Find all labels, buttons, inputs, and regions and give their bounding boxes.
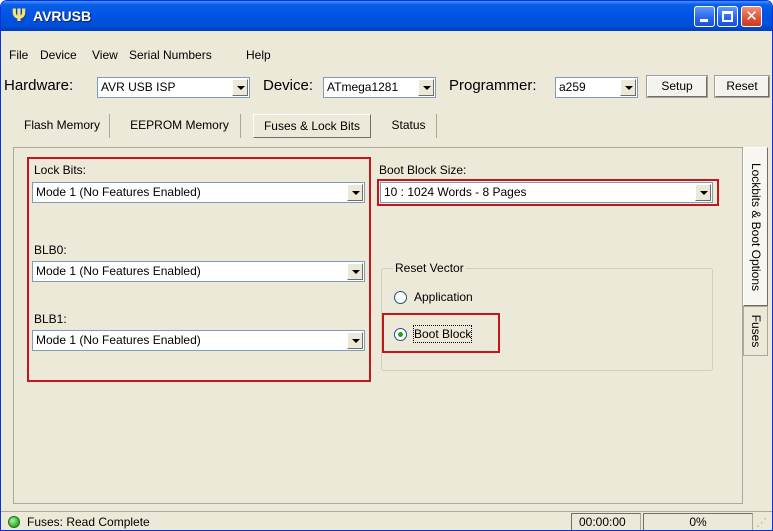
device-label: Device: bbox=[263, 77, 314, 94]
window-title: AVRUSB bbox=[33, 8, 92, 24]
lock-bits-label: Lock Bits: bbox=[34, 163, 87, 177]
setup-button[interactable]: Setup bbox=[646, 75, 708, 98]
programmer-select[interactable]: a259 bbox=[555, 77, 638, 98]
status-time-pane: 00:00:00 bbox=[571, 513, 641, 530]
title-bar[interactable]: Ψ AVRUSB ✕ bbox=[1, 1, 772, 31]
tab-lockbits-boot-options-label: Lockbits & Boot Options bbox=[748, 162, 763, 291]
boot-block-size-select-value: 10 : 1024 Words - 8 Pages bbox=[384, 185, 527, 199]
status-ok-icon bbox=[8, 516, 20, 528]
blb0-select-value: Mode 1 (No Features Enabled) bbox=[36, 264, 201, 278]
menu-bar: File Device View Serial Numbers Help bbox=[1, 45, 772, 65]
status-message-pane: Fuses: Read Complete bbox=[3, 513, 569, 530]
app-window: Ψ AVRUSB ✕ File Device View Serial Numbe… bbox=[0, 0, 773, 531]
menu-view[interactable]: View bbox=[92, 46, 118, 64]
reset-button[interactable]: Reset bbox=[714, 75, 770, 98]
tab-fuses-lock-bits[interactable]: Fuses & Lock Bits bbox=[253, 114, 371, 138]
tab-fuses[interactable]: Fuses bbox=[743, 306, 768, 356]
resize-grip-icon[interactable]: ⋰ bbox=[756, 516, 770, 530]
boot-block-radio[interactable] bbox=[394, 328, 407, 341]
chevron-down-icon[interactable] bbox=[695, 184, 711, 201]
menu-serial-numbers[interactable]: Serial Numbers bbox=[129, 46, 212, 64]
chevron-down-icon[interactable] bbox=[418, 79, 434, 96]
chevron-down-icon[interactable] bbox=[347, 263, 363, 280]
status-message: Fuses: Read Complete bbox=[27, 515, 150, 529]
menu-file[interactable]: File bbox=[9, 46, 28, 64]
tab-lockbits-boot-options[interactable]: Lockbits & Boot Options bbox=[743, 147, 768, 306]
menu-help[interactable]: Help bbox=[246, 46, 271, 64]
blb1-label: BLB1: bbox=[34, 312, 67, 326]
menu-device[interactable]: Device bbox=[40, 46, 77, 64]
chevron-down-icon[interactable] bbox=[347, 184, 363, 201]
blb0-select[interactable]: Mode 1 (No Features Enabled) bbox=[32, 261, 365, 282]
status-progress: 0% bbox=[689, 515, 707, 529]
minimize-icon bbox=[700, 19, 708, 22]
maximize-button[interactable] bbox=[717, 6, 738, 27]
boot-block-radio-label[interactable]: Boot Block bbox=[412, 325, 473, 343]
chevron-down-icon[interactable] bbox=[232, 79, 248, 96]
maximize-icon bbox=[722, 11, 733, 22]
blb1-select-value: Mode 1 (No Features Enabled) bbox=[36, 333, 201, 347]
device-select-value: ATmega1281 bbox=[327, 80, 399, 94]
application-radio-label[interactable]: Application bbox=[414, 289, 473, 305]
radio-selected-dot bbox=[398, 332, 403, 337]
hardware-select[interactable]: AVR USB ISP bbox=[97, 77, 250, 98]
tab-eeprom-memory[interactable]: EEPROM Memory bbox=[119, 114, 241, 138]
programmer-select-value: a259 bbox=[559, 80, 586, 94]
blb1-select[interactable]: Mode 1 (No Features Enabled) bbox=[32, 330, 365, 351]
tab-flash-memory[interactable]: Flash Memory bbox=[15, 114, 110, 138]
chevron-down-icon[interactable] bbox=[347, 332, 363, 349]
hardware-select-value: AVR USB ISP bbox=[101, 80, 176, 94]
chevron-down-icon[interactable] bbox=[620, 79, 636, 96]
status-time: 00:00:00 bbox=[579, 515, 626, 529]
tab-status[interactable]: Status bbox=[381, 114, 437, 138]
lock-bits-select-value: Mode 1 (No Features Enabled) bbox=[36, 185, 201, 199]
blb0-label: BLB0: bbox=[34, 243, 67, 257]
programmer-label: Programmer: bbox=[449, 77, 537, 94]
minimize-button[interactable] bbox=[694, 6, 715, 27]
hardware-label: Hardware: bbox=[4, 77, 74, 94]
boot-block-size-select[interactable]: 10 : 1024 Words - 8 Pages bbox=[380, 182, 713, 203]
status-progress-pane: 0% bbox=[643, 513, 753, 530]
device-select[interactable]: ATmega1281 bbox=[323, 77, 436, 98]
usb-icon: Ψ bbox=[11, 6, 27, 26]
application-radio[interactable] bbox=[394, 291, 407, 304]
boot-block-size-label: Boot Block Size: bbox=[379, 163, 467, 177]
close-icon: ✕ bbox=[745, 7, 758, 25]
close-button[interactable]: ✕ bbox=[741, 6, 762, 27]
tab-fuses-label: Fuses bbox=[748, 314, 763, 348]
lock-bits-select[interactable]: Mode 1 (No Features Enabled) bbox=[32, 182, 365, 203]
status-bar: Fuses: Read Complete 00:00:00 0% ⋰ bbox=[1, 511, 772, 530]
reset-vector-label: Reset Vector bbox=[393, 261, 466, 275]
